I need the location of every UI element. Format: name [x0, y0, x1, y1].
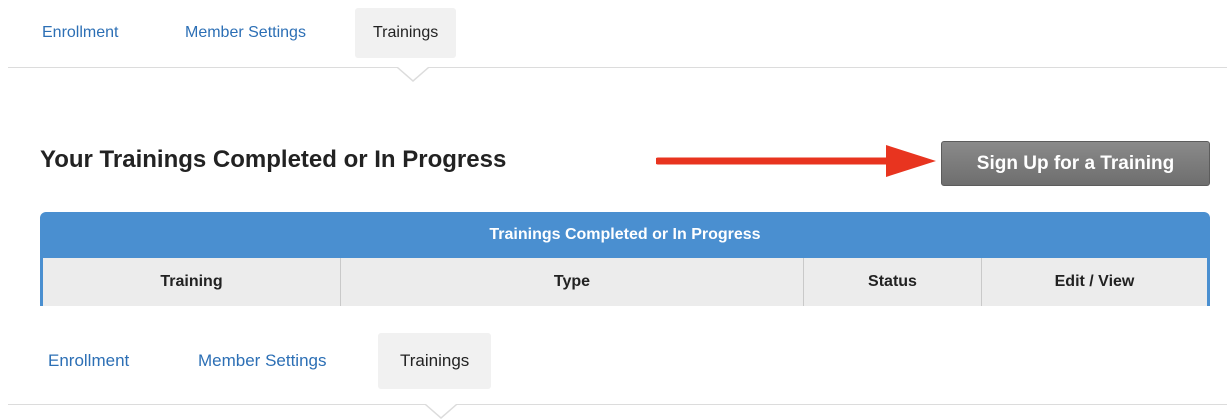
tab-enrollment[interactable]: Enrollment — [24, 8, 136, 58]
tab-bar-divider — [8, 67, 1227, 68]
tab-bar-duplicate: Enrollment Member Settings Trainings — [0, 333, 1227, 419]
table-caption: Trainings Completed or In Progress — [489, 226, 761, 243]
column-header-type: Type — [341, 258, 804, 306]
column-header-edit-view: Edit / View — [1054, 273, 1135, 290]
tab-member-settings[interactable]: Member Settings — [167, 8, 324, 58]
column-header-status: Status — [804, 258, 982, 306]
trainings-table: Trainings Completed or In Progress Train… — [40, 212, 1210, 306]
red-arrow-annotation — [656, 145, 936, 177]
tab-bar: Enrollment Member Settings Trainings — [0, 0, 1227, 82]
page-title: Your Trainings Completed or In Progress — [40, 146, 507, 173]
tab-trainings[interactable]: Trainings — [378, 333, 492, 389]
tab-enrollment[interactable]: Enrollment — [30, 333, 147, 389]
column-header-training: Training — [43, 258, 341, 306]
tab-trainings[interactable]: Trainings — [355, 8, 457, 58]
table-header-row: Training Type Status Edit / View — [43, 258, 1207, 306]
signup-button[interactable]: Sign Up for a Training — [941, 141, 1210, 186]
tab-bar-divider — [8, 404, 1227, 405]
tab-member-settings[interactable]: Member Settings — [180, 333, 345, 389]
